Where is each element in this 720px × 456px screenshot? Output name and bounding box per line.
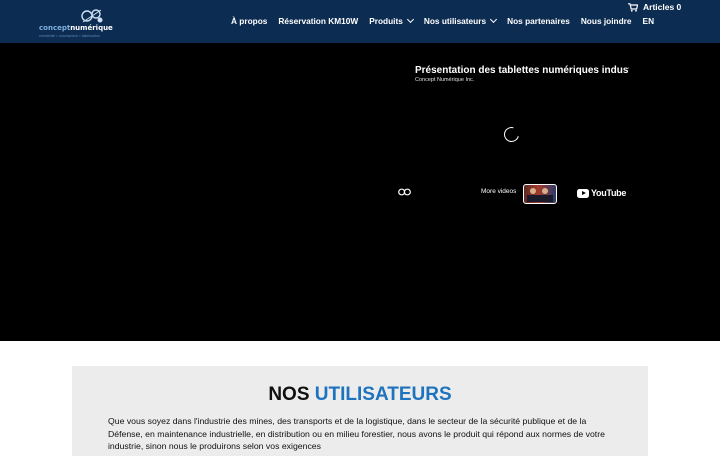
cart-icon: [628, 2, 638, 12]
site-logo[interactable]: conceptnumérique créativité • conception…: [38, 7, 113, 38]
logo-mark-icon: [81, 9, 103, 23]
main-nav: À propos Réservation KM10W Produits Nos …: [231, 15, 655, 26]
chevron-down-icon: [490, 15, 498, 24]
nav-item-nos-partenaires[interactable]: Nos partenaires: [507, 16, 570, 26]
logo-tagline: créativité • conception • fabrication: [39, 33, 101, 38]
more-videos-label[interactable]: More videos: [481, 188, 516, 195]
users-section: NOS UTILISATEURS Que vous soyez dans l'i…: [72, 366, 648, 456]
youtube-play-icon: [577, 188, 589, 198]
nav-item-a-propos[interactable]: À propos: [231, 16, 267, 26]
video-title[interactable]: Présentation des tablettes numériques in…: [415, 65, 629, 76]
nav-item-produits[interactable]: Produits: [369, 15, 414, 26]
language-switch[interactable]: EN: [643, 16, 655, 26]
cart-label: Articles 0: [643, 2, 682, 12]
video-player[interactable]: Présentation des tablettes numériques in…: [0, 43, 720, 341]
nav-item-reservation[interactable]: Réservation KM10W: [278, 16, 358, 26]
nav-item-nous-joindre[interactable]: Nous joindre: [581, 16, 632, 26]
copy-link-icon[interactable]: [398, 188, 411, 196]
video-channel[interactable]: Concept Numérique Inc.: [415, 77, 474, 83]
section-title: NOS UTILISATEURS: [268, 384, 452, 405]
section-description: Que vous soyez dans l'industrie des mine…: [108, 416, 605, 451]
logo-wordmark: conceptnumérique: [39, 24, 113, 32]
more-videos-thumbnail[interactable]: [523, 184, 557, 204]
chevron-down-icon: [406, 15, 414, 24]
site-header: conceptnumérique créativité • conception…: [0, 0, 720, 43]
cart-link[interactable]: Articles 0: [628, 2, 681, 12]
nav-item-nos-utilisateurs[interactable]: Nos utilisateurs: [424, 15, 498, 26]
youtube-wordmark: YouTube: [591, 188, 627, 198]
youtube-logo[interactable]: YouTube: [577, 188, 626, 198]
loading-spinner-icon: [501, 124, 522, 145]
